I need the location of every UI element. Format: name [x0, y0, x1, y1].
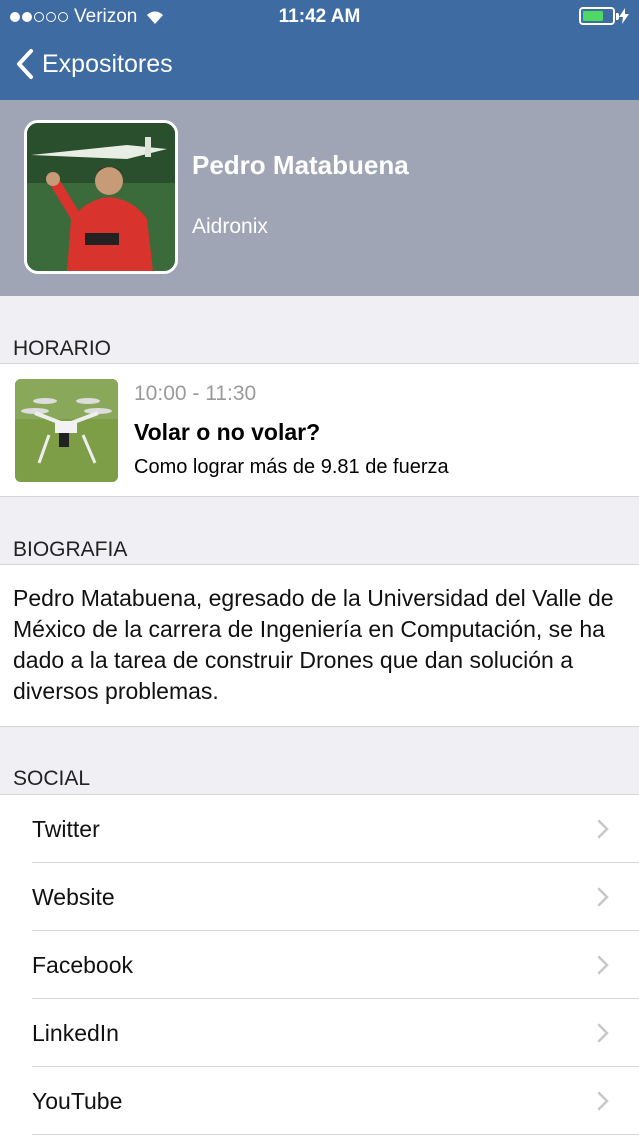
- social-item-twitter[interactable]: Twitter: [0, 795, 639, 863]
- back-button-label: Expositores: [42, 49, 173, 78]
- social-item-label: Website: [32, 884, 115, 910]
- social-list: Twitter Website Facebook LinkedIn YouTub…: [0, 794, 639, 1136]
- schedule-section-header: HORARIO: [13, 337, 112, 360]
- chevron-right-icon: [597, 819, 609, 839]
- speaker-name: Pedro Matabuena: [192, 150, 409, 180]
- status-bar: Verizon 11:42 AM: [0, 0, 639, 32]
- event-time: 10:00 - 11:30: [134, 382, 257, 405]
- social-section-header: SOCIAL: [13, 767, 91, 790]
- chevron-right-icon: [597, 1091, 609, 1111]
- charging-bolt-icon: [619, 8, 629, 24]
- speaker-company: Aidronix: [192, 215, 268, 238]
- event-subtitle: Como lograr más de 9.81 de fuerza: [134, 456, 449, 478]
- back-button[interactable]: Expositores: [16, 48, 173, 80]
- social-item-label: Twitter: [32, 816, 100, 842]
- chevron-right-icon: [597, 955, 609, 975]
- social-item-youtube[interactable]: YouTube: [0, 1067, 639, 1135]
- social-item-label: LinkedIn: [32, 1020, 119, 1046]
- status-right: [579, 7, 629, 25]
- event-title: Volar o no volar?: [134, 419, 321, 445]
- biography-card: Pedro Matabuena, egresado de la Universi…: [0, 564, 639, 727]
- social-item-facebook[interactable]: Facebook: [0, 931, 639, 999]
- battery-icon: [579, 7, 619, 25]
- chevron-right-icon: [597, 1023, 609, 1043]
- navigation-bar: Expositores: [0, 32, 639, 100]
- speaker-photo: [24, 120, 178, 274]
- social-item-label: Facebook: [32, 952, 134, 978]
- status-time: 11:42 AM: [278, 6, 361, 27]
- drone-photo: [15, 379, 118, 482]
- chevron-left-icon: [17, 49, 33, 79]
- profile-header: Pedro Matabuena Aidronix: [0, 100, 639, 296]
- social-item-website[interactable]: Website: [0, 863, 639, 931]
- social-item-linkedin[interactable]: LinkedIn: [0, 999, 639, 1067]
- biography-section-header: BIOGRAFIA: [13, 538, 128, 561]
- event-row[interactable]: 10:00 - 11:30 Volar o no volar? Como log…: [0, 363, 639, 497]
- social-item-label: YouTube: [32, 1088, 123, 1114]
- biography-text: Pedro Matabuena, egresado de la Universi…: [13, 585, 614, 704]
- chevron-right-icon: [597, 887, 609, 907]
